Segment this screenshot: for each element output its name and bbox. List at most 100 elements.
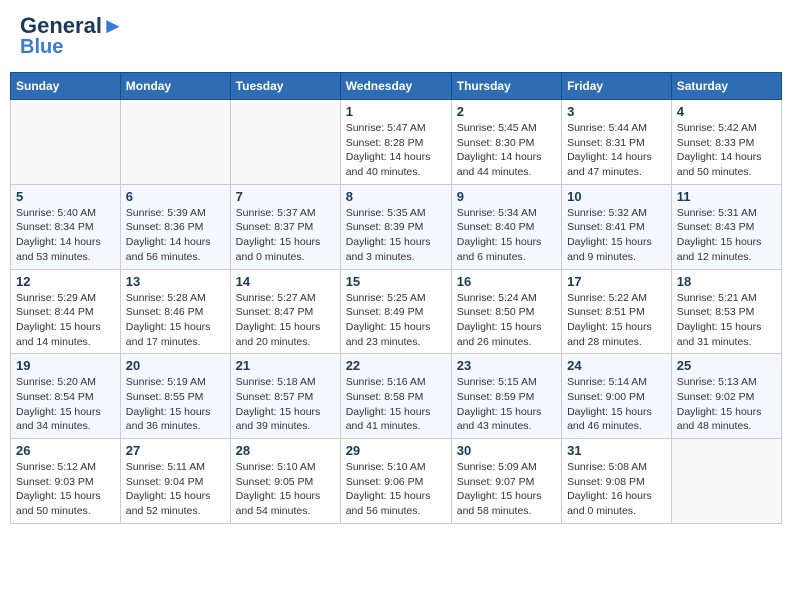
day-number: 6 xyxy=(126,189,225,204)
calendar-week-2: 5 Sunrise: 5:40 AM Sunset: 8:34 PM Daylig… xyxy=(11,184,782,269)
calendar-cell: 14 Sunrise: 5:27 AM Sunset: 8:47 PM Dayli… xyxy=(230,269,340,354)
calendar-week-4: 19 Sunrise: 5:20 AM Sunset: 8:54 PM Dayli… xyxy=(11,354,782,439)
day-number: 16 xyxy=(457,274,556,289)
calendar-cell xyxy=(230,100,340,185)
calendar-cell: 15 Sunrise: 5:25 AM Sunset: 8:49 PM Dayli… xyxy=(340,269,451,354)
day-number: 25 xyxy=(677,358,776,373)
day-info: Sunrise: 5:11 AM Sunset: 9:04 PM Dayligh… xyxy=(126,460,225,519)
day-number: 26 xyxy=(16,443,115,458)
day-info: Sunrise: 5:13 AM Sunset: 9:02 PM Dayligh… xyxy=(677,375,776,434)
calendar-week-5: 26 Sunrise: 5:12 AM Sunset: 9:03 PM Dayli… xyxy=(11,439,782,524)
day-info: Sunrise: 5:24 AM Sunset: 8:50 PM Dayligh… xyxy=(457,291,556,350)
day-info: Sunrise: 5:12 AM Sunset: 9:03 PM Dayligh… xyxy=(16,460,115,519)
calendar-week-1: 1Sunrise: 5:47 AM Sunset: 8:28 PM Daylig… xyxy=(11,100,782,185)
day-info: Sunrise: 5:15 AM Sunset: 8:59 PM Dayligh… xyxy=(457,375,556,434)
calendar-cell: 10 Sunrise: 5:32 AM Sunset: 8:41 PM Dayli… xyxy=(562,184,672,269)
weekday-header-sunday: Sunday xyxy=(11,73,121,100)
day-number: 28 xyxy=(236,443,335,458)
calendar-cell: 23Sunrise: 5:15 AM Sunset: 8:59 PM Dayli… xyxy=(451,354,561,439)
weekday-header-monday: Monday xyxy=(120,73,230,100)
day-info: Sunrise: 5:10 AM Sunset: 9:05 PM Dayligh… xyxy=(236,460,335,519)
day-info: Sunrise: 5:29 AM Sunset: 8:44 PM Dayligh… xyxy=(16,291,115,350)
day-info: Sunrise: 5:35 AM Sunset: 8:39 PM Dayligh… xyxy=(346,206,446,265)
calendar-cell xyxy=(671,439,781,524)
day-number: 27 xyxy=(126,443,225,458)
day-number: 9 xyxy=(457,189,556,204)
logo: General► Blue xyxy=(20,15,124,57)
day-number: 29 xyxy=(346,443,446,458)
day-info: Sunrise: 5:22 AM Sunset: 8:51 PM Dayligh… xyxy=(567,291,666,350)
calendar-cell: 18Sunrise: 5:21 AM Sunset: 8:53 PM Dayli… xyxy=(671,269,781,354)
page-header: General► Blue xyxy=(10,10,782,62)
day-number: 11 xyxy=(677,189,776,204)
calendar-cell: 4 Sunrise: 5:42 AM Sunset: 8:33 PM Daylig… xyxy=(671,100,781,185)
weekday-header-saturday: Saturday xyxy=(671,73,781,100)
day-info: Sunrise: 5:08 AM Sunset: 9:08 PM Dayligh… xyxy=(567,460,666,519)
day-number: 14 xyxy=(236,274,335,289)
calendar-cell: 6 Sunrise: 5:39 AM Sunset: 8:36 PM Daylig… xyxy=(120,184,230,269)
day-info: Sunrise: 5:42 AM Sunset: 8:33 PM Dayligh… xyxy=(677,121,776,180)
day-info: Sunrise: 5:09 AM Sunset: 9:07 PM Dayligh… xyxy=(457,460,556,519)
day-number: 10 xyxy=(567,189,666,204)
calendar-cell: 5 Sunrise: 5:40 AM Sunset: 8:34 PM Daylig… xyxy=(11,184,121,269)
calendar-cell: 22 Sunrise: 5:16 AM Sunset: 8:58 PM Dayli… xyxy=(340,354,451,439)
day-number: 31 xyxy=(567,443,666,458)
day-info: Sunrise: 5:18 AM Sunset: 8:57 PM Dayligh… xyxy=(236,375,335,434)
calendar-cell: 31 Sunrise: 5:08 AM Sunset: 9:08 PM Dayli… xyxy=(562,439,672,524)
day-info: Sunrise: 5:19 AM Sunset: 8:55 PM Dayligh… xyxy=(126,375,225,434)
day-info: Sunrise: 5:20 AM Sunset: 8:54 PM Dayligh… xyxy=(16,375,115,434)
day-info: Sunrise: 5:45 AM Sunset: 8:30 PM Dayligh… xyxy=(457,121,556,180)
day-number: 3 xyxy=(567,104,666,119)
calendar-cell xyxy=(120,100,230,185)
day-info: Sunrise: 5:14 AM Sunset: 9:00 PM Dayligh… xyxy=(567,375,666,434)
calendar-cell: 3 Sunrise: 5:44 AM Sunset: 8:31 PM Daylig… xyxy=(562,100,672,185)
calendar-cell: 1Sunrise: 5:47 AM Sunset: 8:28 PM Daylig… xyxy=(340,100,451,185)
calendar-cell: 9 Sunrise: 5:34 AM Sunset: 8:40 PM Daylig… xyxy=(451,184,561,269)
calendar-cell: 8 Sunrise: 5:35 AM Sunset: 8:39 PM Daylig… xyxy=(340,184,451,269)
day-number: 2 xyxy=(457,104,556,119)
day-info: Sunrise: 5:21 AM Sunset: 8:53 PM Dayligh… xyxy=(677,291,776,350)
day-number: 22 xyxy=(346,358,446,373)
calendar-cell: 21 Sunrise: 5:18 AM Sunset: 8:57 PM Dayli… xyxy=(230,354,340,439)
calendar-cell: 12 Sunrise: 5:29 AM Sunset: 8:44 PM Dayli… xyxy=(11,269,121,354)
day-info: Sunrise: 5:40 AM Sunset: 8:34 PM Dayligh… xyxy=(16,206,115,265)
day-info: Sunrise: 5:44 AM Sunset: 8:31 PM Dayligh… xyxy=(567,121,666,180)
calendar-table: SundayMondayTuesdayWednesdayThursdayFrid… xyxy=(10,72,782,524)
calendar-cell: 7 Sunrise: 5:37 AM Sunset: 8:37 PM Daylig… xyxy=(230,184,340,269)
day-info: Sunrise: 5:32 AM Sunset: 8:41 PM Dayligh… xyxy=(567,206,666,265)
day-number: 5 xyxy=(16,189,115,204)
day-number: 12 xyxy=(16,274,115,289)
day-number: 21 xyxy=(236,358,335,373)
day-info: Sunrise: 5:31 AM Sunset: 8:43 PM Dayligh… xyxy=(677,206,776,265)
day-info: Sunrise: 5:25 AM Sunset: 8:49 PM Dayligh… xyxy=(346,291,446,350)
weekday-header-wednesday: Wednesday xyxy=(340,73,451,100)
day-info: Sunrise: 5:27 AM Sunset: 8:47 PM Dayligh… xyxy=(236,291,335,350)
calendar-week-3: 12 Sunrise: 5:29 AM Sunset: 8:44 PM Dayli… xyxy=(11,269,782,354)
day-number: 7 xyxy=(236,189,335,204)
day-number: 19 xyxy=(16,358,115,373)
weekday-header-friday: Friday xyxy=(562,73,672,100)
calendar-cell: 24Sunrise: 5:14 AM Sunset: 9:00 PM Dayli… xyxy=(562,354,672,439)
day-info: Sunrise: 5:39 AM Sunset: 8:36 PM Dayligh… xyxy=(126,206,225,265)
day-info: Sunrise: 5:47 AM Sunset: 8:28 PM Dayligh… xyxy=(346,121,446,180)
calendar-cell: 27 Sunrise: 5:11 AM Sunset: 9:04 PM Dayli… xyxy=(120,439,230,524)
calendar-cell: 28 Sunrise: 5:10 AM Sunset: 9:05 PM Dayli… xyxy=(230,439,340,524)
day-number: 4 xyxy=(677,104,776,119)
day-info: Sunrise: 5:10 AM Sunset: 9:06 PM Dayligh… xyxy=(346,460,446,519)
day-info: Sunrise: 5:28 AM Sunset: 8:46 PM Dayligh… xyxy=(126,291,225,350)
calendar-cell: 2 Sunrise: 5:45 AM Sunset: 8:30 PM Daylig… xyxy=(451,100,561,185)
logo-text2: Blue xyxy=(20,37,63,57)
weekday-header-tuesday: Tuesday xyxy=(230,73,340,100)
day-number: 8 xyxy=(346,189,446,204)
day-info: Sunrise: 5:16 AM Sunset: 8:58 PM Dayligh… xyxy=(346,375,446,434)
day-number: 15 xyxy=(346,274,446,289)
calendar-cell: 26 Sunrise: 5:12 AM Sunset: 9:03 PM Dayli… xyxy=(11,439,121,524)
calendar-cell: 29 Sunrise: 5:10 AM Sunset: 9:06 PM Dayli… xyxy=(340,439,451,524)
calendar-cell xyxy=(11,100,121,185)
calendar-cell: 30Sunrise: 5:09 AM Sunset: 9:07 PM Dayli… xyxy=(451,439,561,524)
day-info: Sunrise: 5:34 AM Sunset: 8:40 PM Dayligh… xyxy=(457,206,556,265)
day-info: Sunrise: 5:37 AM Sunset: 8:37 PM Dayligh… xyxy=(236,206,335,265)
calendar-cell: 20Sunrise: 5:19 AM Sunset: 8:55 PM Dayli… xyxy=(120,354,230,439)
weekday-header-thursday: Thursday xyxy=(451,73,561,100)
calendar-cell: 13Sunrise: 5:28 AM Sunset: 8:46 PM Dayli… xyxy=(120,269,230,354)
